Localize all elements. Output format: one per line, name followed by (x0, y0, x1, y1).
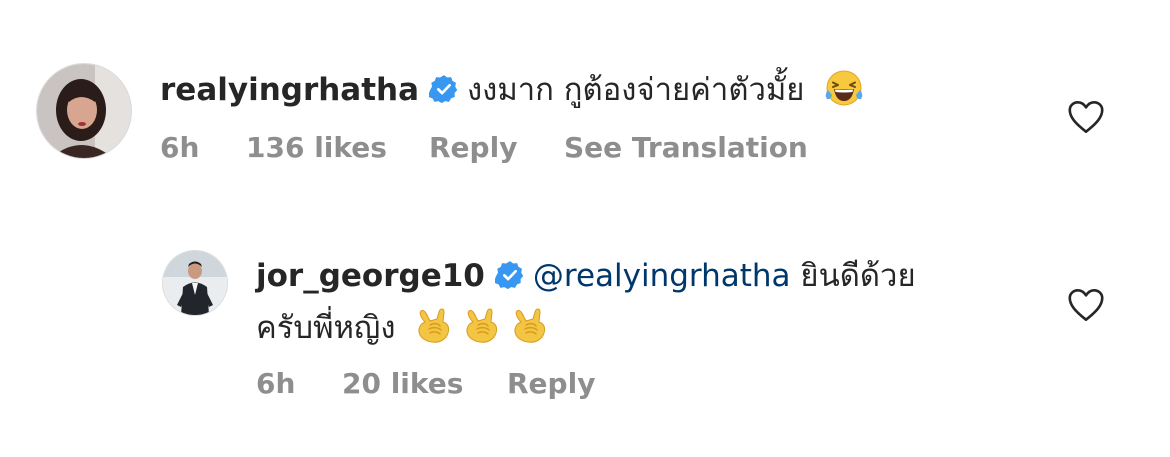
comment-body-continued: ครับพี่หญิง (256, 310, 396, 346)
face-with-tears-of-joy-icon (824, 68, 864, 108)
reply-button[interactable]: Reply (429, 130, 517, 166)
username[interactable]: realyingrhatha (160, 72, 419, 108)
sign-of-the-horns-icon (461, 306, 501, 346)
profile-photo-icon (163, 251, 227, 315)
comment: realyingrhatha งงมาก กูต้องจ่ายค่าตัวมั้ย… (0, 0, 1170, 200)
like-heart-icon[interactable] (1067, 100, 1105, 134)
comment-text-continued: ครับพี่หญิง (256, 306, 549, 348)
verified-badge-icon (495, 260, 525, 290)
sign-of-the-horns-icon (509, 306, 549, 346)
like-heart-icon[interactable] (1067, 288, 1105, 322)
comment-meta: 6h 20 likes Reply (256, 366, 756, 402)
mention-link[interactable]: @realyingrhatha (533, 258, 791, 294)
verified-badge-icon (429, 74, 459, 104)
comment-text: jor_george10 @realyingrhatha ยินดีด้วย (256, 256, 916, 296)
timestamp: 6h (256, 367, 296, 400)
see-translation-button[interactable]: See Translation (564, 130, 808, 166)
like-count[interactable]: 136 likes (246, 130, 387, 166)
profile-photo-icon (37, 64, 131, 158)
avatar[interactable] (163, 251, 227, 315)
comment-text: realyingrhatha งงมาก กูต้องจ่ายค่าตัวมั้ย (160, 68, 864, 110)
timestamp: 6h (160, 131, 200, 164)
comment-body: ยินดีด้วย (800, 258, 916, 294)
reply-button[interactable]: Reply (507, 366, 595, 402)
avatar[interactable] (37, 64, 131, 158)
like-count[interactable]: 20 likes (342, 366, 463, 402)
reply-comment: jor_george10 @realyingrhatha ยินดีด้วย คร… (0, 230, 1170, 430)
comment-meta: 6h 136 likes Reply See Translation (160, 130, 860, 166)
username[interactable]: jor_george10 (256, 258, 485, 294)
comment-body: งงมาก กูต้องจ่ายค่าตัวมั้ย (467, 72, 805, 108)
sign-of-the-horns-icon (413, 306, 453, 346)
